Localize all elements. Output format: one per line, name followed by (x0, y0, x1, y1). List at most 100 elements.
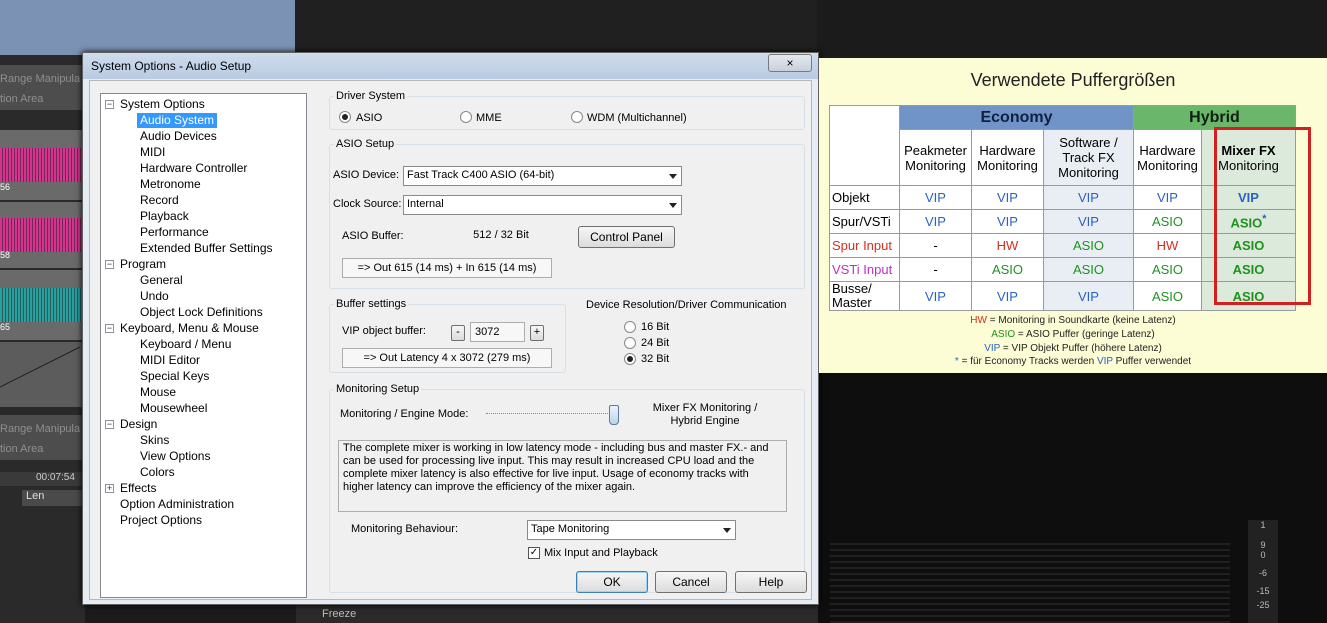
mix-input-label[interactable]: Mix Input and Playback (544, 547, 658, 559)
dialog-title-bar[interactable]: System Options - Audio Setup (83, 53, 818, 79)
monitoring-setup-title: Monitoring Setup (334, 383, 422, 395)
vip-decrease-button[interactable]: - (451, 325, 465, 341)
mix-input-checkbox[interactable]: ✓ (528, 547, 540, 559)
tree-item[interactable]: Keyboard / Menu (140, 337, 231, 352)
track-lane-2[interactable]: 58 (0, 202, 85, 268)
tree-item[interactable]: Undo (140, 289, 169, 304)
meter-scale: 1 9 0 -6 -15 -25 (1248, 520, 1278, 623)
radio-asio-label[interactable]: ASIO (356, 112, 382, 124)
expand-toggle-icon[interactable]: − (105, 420, 114, 429)
tree-item[interactable]: Special Keys (140, 369, 209, 384)
cell-value: HW (996, 238, 1019, 253)
cell-value: ASIO (1072, 238, 1105, 253)
tree-item[interactable]: Mouse (140, 385, 176, 400)
expand-toggle-icon[interactable]: − (105, 100, 114, 109)
radio-24bit[interactable] (624, 337, 636, 349)
vip-increase-button[interactable]: + (530, 325, 544, 341)
cell-value: ASIO (1072, 262, 1105, 277)
table-cell: VIP (971, 281, 1044, 311)
table-cell: ASIO (1133, 281, 1202, 311)
radio-wdm-label[interactable]: WDM (Multichannel) (587, 112, 687, 124)
tree-item[interactable]: Metronome (140, 177, 201, 192)
radio-32bit[interactable] (624, 353, 636, 365)
tree-item[interactable]: Colors (140, 465, 175, 480)
expand-toggle-icon[interactable]: + (105, 484, 114, 493)
close-button[interactable]: × (768, 54, 812, 72)
options-tree[interactable]: − System Options Audio System Audio Devices… (100, 93, 307, 598)
monitoring-description: The complete mixer is working in low lat… (338, 440, 787, 512)
monitoring-behaviour-select[interactable]: Tape Monitoring (527, 520, 736, 540)
table-cell: ASIO (1043, 257, 1134, 282)
table-cell: VIP (1043, 185, 1134, 210)
row-label: VSTi Input (829, 257, 900, 282)
tree-item[interactable]: Audio System (137, 113, 218, 128)
chevron-down-icon (669, 203, 677, 208)
scale-tick: 0 (1260, 550, 1266, 560)
tree-item[interactable]: Hardware Controller (140, 161, 247, 176)
track-lane-3[interactable]: 65 (0, 270, 85, 340)
column-header-line: Monitoring (1137, 157, 1198, 173)
tree-item[interactable]: Effects (120, 481, 156, 496)
radio-mme-label[interactable]: MME (476, 112, 502, 124)
column-header-line: Monitoring (905, 157, 966, 173)
tree-item[interactable]: MIDI (140, 145, 165, 160)
range-area-mid[interactable]: Range Manipula tion Area (0, 415, 85, 460)
ok-button[interactable]: OK (576, 571, 648, 593)
tree-item[interactable]: Performance (140, 225, 209, 240)
tree-item[interactable]: Project Options (120, 513, 202, 528)
tree-item[interactable]: Record (140, 193, 179, 208)
tree-item[interactable]: View Options (140, 449, 210, 464)
tree-item[interactable]: Keyboard, Menu & Mouse (120, 321, 259, 336)
radio-wdm[interactable] (571, 111, 583, 123)
tree-item[interactable]: Extended Buffer Settings (140, 241, 273, 256)
tree-item[interactable]: System Options (120, 97, 205, 112)
asio-device-select[interactable]: Fast Track C400 ASIO (64-bit) (403, 166, 682, 186)
cell-value: VIP (925, 214, 946, 229)
control-panel-button[interactable]: Control Panel (578, 226, 675, 248)
cell-value: ASIO (991, 262, 1024, 277)
engine-mode-slider-track[interactable] (486, 413, 616, 416)
cell-value: VIP (925, 288, 946, 304)
tree-item[interactable]: Design (120, 417, 157, 432)
freeze-bar[interactable]: Freeze (296, 604, 818, 623)
tree-item[interactable]: Program (120, 257, 166, 272)
track-lane-1[interactable]: 56 (0, 130, 85, 200)
asio-setup-title: ASIO Setup (334, 138, 397, 150)
range-area-top[interactable]: Range Manipula tion Area (0, 65, 85, 110)
track-lane-4[interactable] (0, 342, 85, 407)
monitoring-behaviour-value: Tape Monitoring (531, 523, 610, 535)
clock-source-select[interactable]: Internal (403, 195, 682, 215)
radio-24bit-label[interactable]: 24 Bit (641, 337, 669, 349)
engine-mode-label: Monitoring / Engine Mode: (340, 408, 469, 420)
tree-item[interactable]: MIDI Editor (140, 353, 200, 368)
dialog-title: System Options - Audio Setup (91, 59, 252, 73)
tree-item[interactable]: Option Administration (120, 497, 234, 512)
radio-16bit-label[interactable]: 16 Bit (641, 321, 669, 333)
tree-item[interactable]: Mousewheel (140, 401, 207, 416)
radio-asio[interactable] (339, 111, 351, 123)
radio-16bit[interactable] (624, 321, 636, 333)
tree-item[interactable]: Object Lock Definitions (140, 305, 263, 320)
row-label: Objekt (829, 185, 900, 210)
scale-tick: 9 (1260, 540, 1266, 550)
table-cell: VIP (899, 209, 972, 234)
cancel-button[interactable]: Cancel (655, 571, 727, 593)
envelope-line (0, 346, 81, 388)
help-button[interactable]: Help (735, 571, 807, 593)
legend-item: ASIO = ASIO Puffer (geringe Latenz) (819, 329, 1327, 340)
radio-mme[interactable] (460, 111, 472, 123)
tree-item[interactable]: Audio Devices (140, 129, 217, 144)
column-header-line: Monitoring (1058, 165, 1119, 180)
engine-mode-slider-thumb[interactable] (609, 405, 619, 425)
expand-toggle-icon[interactable]: − (105, 260, 114, 269)
radio-32bit-label[interactable]: 32 Bit (641, 353, 669, 365)
dialog-body: − System Options Audio System Audio Devices… (89, 80, 812, 600)
tree-item[interactable]: General (140, 273, 183, 288)
expand-toggle-icon[interactable]: − (105, 324, 114, 333)
vip-buffer-input[interactable]: 3072 (470, 322, 525, 342)
legend-text: = Monitoring in Soundkarte (keine Latenz… (986, 315, 1176, 326)
range-text-1: Range Manipula (0, 73, 81, 85)
panel-title: Verwendete Puffergrößen (970, 70, 1176, 90)
tree-item[interactable]: Skins (140, 433, 169, 448)
tree-item[interactable]: Playback (140, 209, 189, 224)
